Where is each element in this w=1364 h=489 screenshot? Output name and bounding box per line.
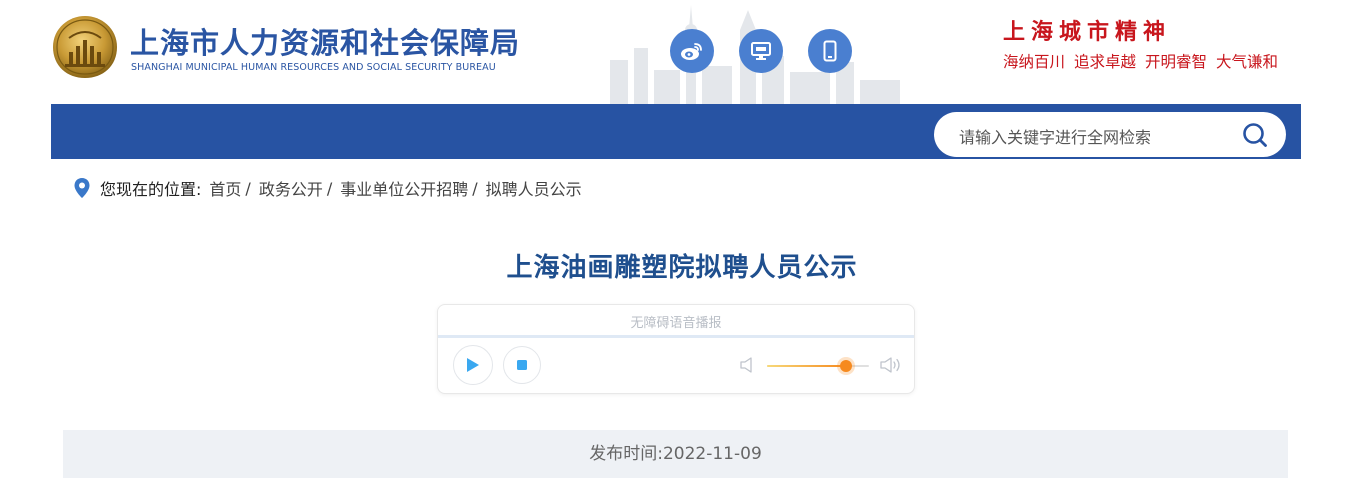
site-header: 上海市人力资源和社会保障局 SHANGHAI MUNICIPAL HUMAN R… (0, 0, 1364, 104)
playback-progress-bar[interactable] (438, 335, 914, 338)
org-name-en: SHANGHAI MUNICIPAL HUMAN RESOURCES AND S… (131, 62, 496, 73)
breadcrumb-gov-affairs[interactable]: 政务公开 (259, 176, 323, 200)
volume-low-icon[interactable] (740, 357, 754, 373)
breadcrumb-separator: / (326, 178, 333, 198)
breadcrumb-current[interactable]: 拟聘人员公示 (486, 176, 582, 200)
volume-high-icon[interactable] (880, 356, 902, 374)
spirit-phrase: 追求卓越 (1074, 53, 1137, 71)
search-input[interactable]: 请输入关键字进行全网检索 (959, 124, 1151, 148)
stop-button[interactable] (503, 346, 541, 384)
stop-icon (517, 360, 527, 370)
city-spirit-title: 上海城市精神 (1003, 19, 1172, 45)
volume-slider[interactable] (767, 360, 869, 372)
mobile-icon (823, 40, 837, 62)
publish-label: 发布时间: (589, 444, 663, 464)
org-name-cn: 上海市人力资源和社会保障局 (130, 26, 521, 60)
spirit-phrase: 海纳百川 (1003, 53, 1066, 71)
location-pin-icon (74, 178, 90, 198)
publish-date: 2022-11-09 (662, 444, 762, 464)
play-button[interactable] (453, 345, 493, 385)
audio-player: 无障碍语音播报 (437, 304, 915, 394)
desktop-button[interactable] (739, 29, 783, 73)
breadcrumb: 您现在的位置: 首页 / 政务公开 / 事业单位公开招聘 / 拟聘人员公示 (73, 176, 582, 200)
player-label: 无障碍语音播报 (630, 316, 722, 331)
breadcrumb-separator: / (245, 178, 251, 198)
publish-info: 发布时间:2022-11-09 (63, 430, 1288, 478)
breadcrumb-recruitment[interactable]: 事业单位公开招聘 (340, 176, 468, 200)
search-box[interactable]: 请输入关键字进行全网检索 (934, 112, 1286, 157)
play-icon (467, 358, 479, 372)
spirit-phrase: 大气谦和 (1216, 53, 1279, 71)
article-title: 上海油画雕塑院拟聘人员公示 (506, 253, 858, 283)
desktop-icon (751, 42, 771, 60)
volume-knob[interactable] (839, 360, 852, 372)
breadcrumb-separator: / (472, 178, 478, 198)
weibo-button[interactable] (670, 29, 714, 73)
volume-fill (767, 365, 846, 367)
spirit-phrase: 开明睿智 (1145, 53, 1208, 71)
search-icon[interactable] (1242, 122, 1268, 148)
breadcrumb-home[interactable]: 首页 (209, 176, 241, 200)
city-spirit-phrases: 海纳百川 追求卓越 开明睿智 大气谦和 (1003, 50, 1287, 72)
mobile-button[interactable] (808, 29, 852, 73)
weibo-icon (681, 43, 702, 60)
bureau-emblem-icon[interactable] (51, 14, 119, 80)
breadcrumb-lead: 您现在的位置: (100, 180, 202, 199)
